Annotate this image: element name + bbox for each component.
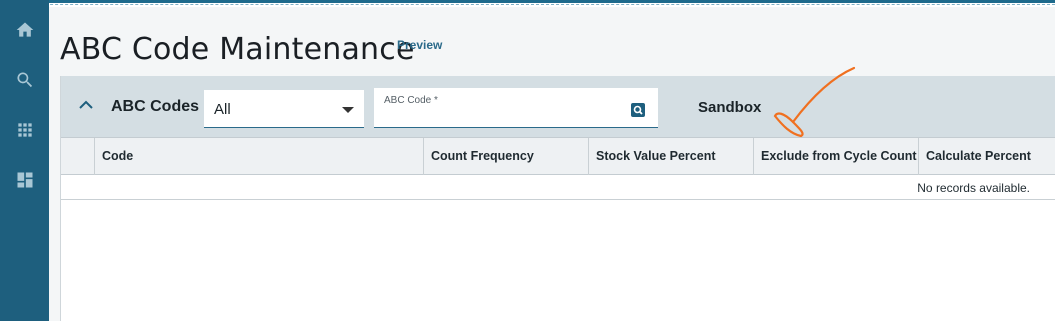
column-header-calculate-percent[interactable]: Calculate Percent (918, 138, 1055, 175)
main-content: ABC Code Maintenance Preview ABC Codes A… (49, 10, 1055, 321)
search-icon (16, 72, 32, 88)
select-all-column[interactable] (61, 138, 94, 175)
preview-link[interactable]: Preview (397, 38, 442, 52)
apps-grid-icon (17, 123, 32, 137)
column-header-exclude-cycle-count[interactable]: Exclude from Cycle Count (753, 138, 919, 175)
abc-codes-panel: ABC Codes All ABC Code * Sandbox Code Co… (60, 66, 1055, 321)
dashboard-icon (17, 172, 32, 188)
no-records-message: No records available. (917, 181, 1030, 195)
panel-toolbar: ABC Codes All ABC Code * Sandbox (61, 66, 1055, 138)
environment-label: Sandbox (698, 99, 762, 116)
sidebar (0, 0, 49, 321)
sidebar-item-apps[interactable] (0, 110, 49, 150)
sidebar-item-dashboard[interactable] (0, 160, 49, 200)
lookup-icon[interactable] (631, 103, 645, 117)
grid-header: Code Count Frequency Stock Value Percent… (61, 137, 1055, 175)
home-icon (16, 22, 33, 37)
annotation-arrow-icon (773, 66, 856, 138)
chevron-up-icon (79, 100, 93, 109)
filter-select[interactable]: All (204, 90, 364, 128)
collapse-button[interactable] (77, 96, 95, 114)
top-border (0, 0, 1055, 7)
abc-code-input[interactable] (384, 108, 624, 124)
column-header-code[interactable]: Code (94, 138, 424, 175)
sidebar-item-home[interactable] (0, 10, 49, 50)
caret-down-icon (342, 107, 354, 113)
column-header-stock-value-percent[interactable]: Stock Value Percent (588, 138, 754, 175)
page-title: ABC Code Maintenance (60, 32, 415, 67)
abc-code-label: ABC Code * (384, 95, 438, 106)
column-header-count-frequency[interactable]: Count Frequency (423, 138, 589, 175)
sidebar-item-search[interactable] (0, 60, 49, 100)
abc-code-field[interactable]: ABC Code * (374, 88, 658, 128)
section-title: ABC Codes (111, 98, 200, 115)
filter-select-value: All (214, 101, 231, 118)
empty-row: No records available. (61, 175, 1055, 200)
